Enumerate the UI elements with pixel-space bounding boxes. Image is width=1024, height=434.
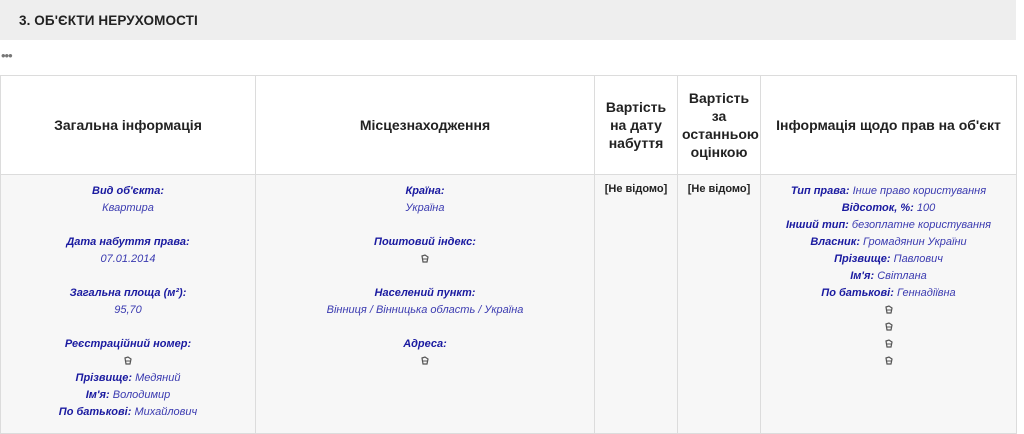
cell-rights: Тип права: Інше право користування Відсо… [760,174,1017,434]
object-type: Вид об'єкта: Квартира [92,185,164,214]
table-row: Вид об'єкта: Квартира Дата набуття права… [0,174,1017,434]
header-rights: Інформація щодо прав на об'єкт [760,75,1017,175]
registration-number: Реєстраційний номер: Прізвище: Медяний І… [58,338,198,418]
settlement: Населений пункт: Вінниця / Вінницька обл… [326,287,524,316]
header-location: Місцезнаходження [255,75,595,175]
cost-acquisition-value: [Не відомо] [604,183,668,195]
cell-general: Вид об'єкта: Квартира Дата набуття права… [0,174,256,434]
hidden-data-icon [420,356,430,366]
header-cost-acquisition: Вартість на дату набуття [594,75,678,175]
header-general: Загальна інформація [0,75,256,175]
cost-evaluation-value: [Не відомо] [687,183,751,195]
cell-location: Країна: Україна Поштовий індекс: Населен… [255,174,595,434]
total-area: Загальна площа (м²): 95,70 [69,287,187,316]
acquisition-date: Дата набуття права: 07.01.2014 [66,236,190,265]
table-header-row: Загальна інформація Місцезнаходження Вар… [0,75,1017,175]
cell-cost-acquisition: [Не відомо] [594,174,678,434]
rights-info: Тип права: Інше право користування Відсо… [763,183,1014,370]
address: Адреса: [258,336,592,370]
hidden-data-icon [123,356,133,366]
section-header[interactable]: 3. ОБ'ЄКТИ НЕРУХОМОСТІ [0,0,1016,40]
cell-cost-evaluation: [Не відомо] [677,174,761,434]
postal-code: Поштовий індекс: [258,234,592,268]
hidden-data-icon [884,322,894,332]
real-estate-table: Загальна інформація Місцезнаходження Вар… [0,75,1017,434]
hidden-data-icon [420,254,430,264]
more-dots-icon[interactable]: ••• [1,49,13,62]
hidden-data-icon [884,305,894,315]
header-cost-evaluation: Вартість за останньою оцінкою [677,75,761,175]
country: Країна: Україна [405,185,445,214]
hidden-data-icon [884,356,894,366]
section-title: 3. ОБ'ЄКТИ НЕРУХОМОСТІ [19,12,198,28]
hidden-data-icon [884,339,894,349]
